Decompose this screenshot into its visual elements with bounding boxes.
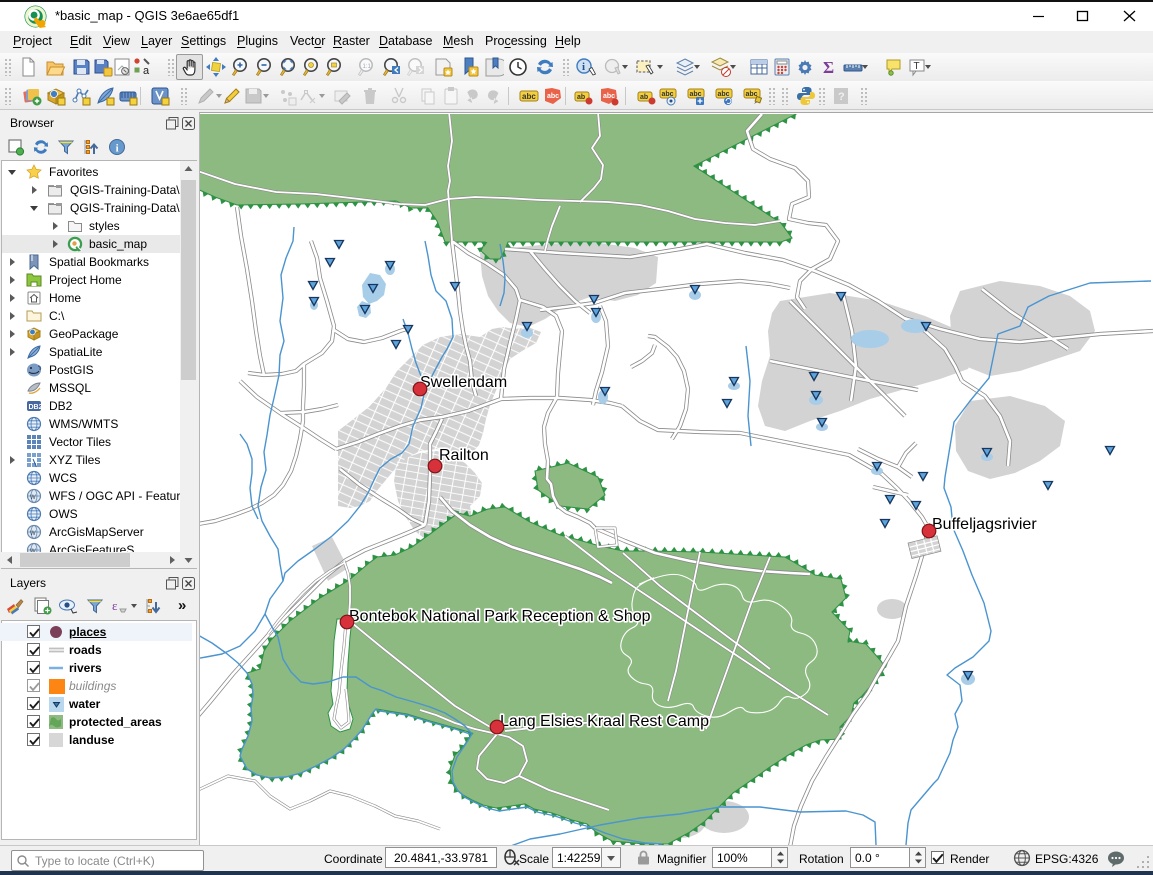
svg-text:ab: ab: [577, 94, 585, 101]
svg-text:DB2: DB2: [29, 404, 43, 411]
svg-text:i: i: [116, 143, 119, 155]
svg-text:abc: abc: [690, 91, 702, 98]
svg-text:?: ?: [838, 91, 845, 103]
svg-text:1:1: 1:1: [363, 64, 372, 70]
svg-text:Swellendam: Swellendam: [420, 374, 507, 391]
svg-text:ab: ab: [640, 94, 648, 101]
svg-text:Bontebok National Park Recepti: Bontebok National Park Reception & Shop: [349, 608, 651, 625]
svg-text:Buffeljagsrivier: Buffeljagsrivier: [932, 516, 1037, 533]
svg-text:abc: abc: [718, 91, 730, 98]
svg-text:W: W: [30, 531, 36, 537]
svg-text:Lang Elsies Kraal Rest Camp: Lang Elsies Kraal Rest Camp: [500, 713, 709, 730]
svg-text:ε: ε: [112, 598, 118, 613]
svg-text:Σ: Σ: [823, 58, 834, 77]
svg-text:Railton: Railton: [439, 447, 489, 464]
svg-text:abc: abc: [522, 92, 536, 101]
svg-text:abc: abc: [746, 91, 758, 98]
svg-text:i: i: [582, 61, 585, 73]
svg-text:abc: abc: [547, 93, 559, 100]
svg-text:W: W: [30, 495, 36, 501]
svg-text:T: T: [914, 61, 920, 72]
svg-text:a: a: [143, 65, 150, 77]
